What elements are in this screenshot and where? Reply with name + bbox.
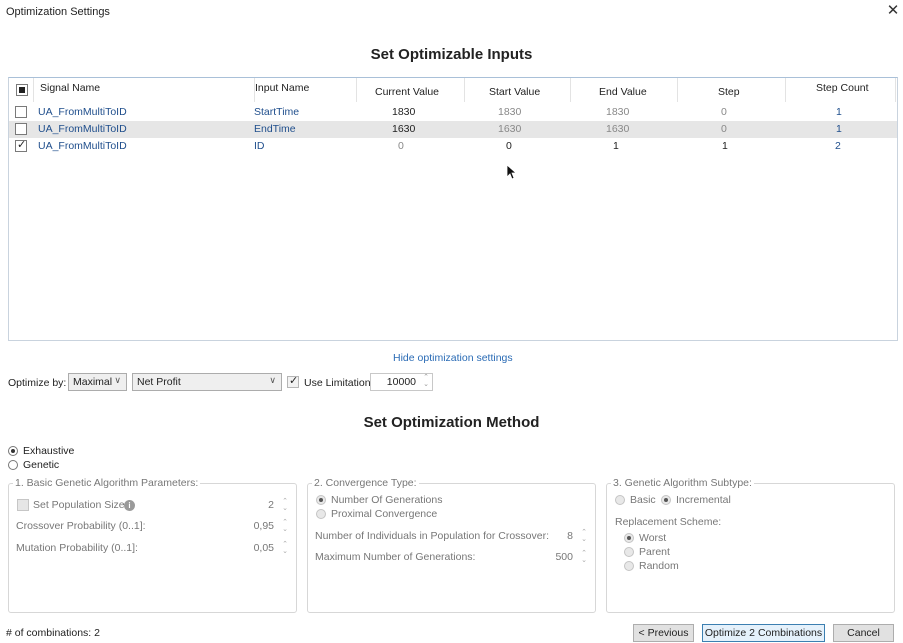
signal-name: UA_FromMultiToID: [38, 140, 127, 152]
exhaustive-radio[interactable]: [8, 446, 18, 456]
incremental-label: Incremental: [676, 494, 731, 506]
start-value[interactable]: 0: [506, 140, 512, 152]
exhaustive-label: Exhaustive: [23, 445, 75, 457]
convergence-type-group: 2. Convergence Type: Number Of Generatio…: [307, 477, 596, 613]
end-value[interactable]: 1830: [606, 106, 629, 118]
method-heading: Set Optimization Method: [363, 414, 540, 431]
grid-header: Signal Name Input Name Current Value Sta…: [9, 78, 897, 102]
signal-name: UA_FromMultiToID: [38, 123, 127, 135]
parent-radio[interactable]: [624, 547, 634, 557]
random-radio[interactable]: [624, 561, 634, 571]
col-input-name[interactable]: Input Name: [255, 78, 357, 102]
current-value: 0: [398, 140, 404, 152]
max-generations-label: Maximum Number of Generations:: [315, 551, 476, 563]
basic-ga-params-group: 1. Basic Genetic Algorithm Parameters: S…: [8, 477, 297, 613]
current-value: 1630: [392, 123, 416, 135]
group-title: 1. Basic Genetic Algorithm Parameters:: [13, 477, 201, 489]
basic-label: Basic: [630, 494, 656, 506]
spin-arrows-icon[interactable]: ⌃ ⌄: [282, 519, 288, 533]
direction-select[interactable]: Maximal ∨: [68, 373, 127, 391]
row-checkbox[interactable]: [15, 106, 27, 118]
number-of-generations-radio[interactable]: [316, 495, 326, 505]
set-population-label: Set Population Size:: [33, 499, 128, 511]
number-of-generations-label: Number Of Generations: [331, 494, 443, 506]
close-icon[interactable]: ✕: [886, 3, 900, 18]
step-value[interactable]: 0: [721, 106, 727, 118]
col-end-value[interactable]: End Value: [571, 78, 678, 102]
use-limitation-label: Use Limitation: [304, 377, 371, 389]
individuals-label: Number of Individuals in Population for …: [315, 530, 550, 542]
current-value: 1830: [392, 106, 416, 118]
set-population-checkbox[interactable]: [17, 499, 29, 511]
info-icon[interactable]: i: [124, 500, 135, 511]
step-count: 2: [835, 140, 841, 152]
col-current-value[interactable]: Current Value: [357, 78, 465, 102]
input-name: EndTime: [254, 123, 296, 135]
mutation-label: Mutation Probability (0..1]:: [16, 542, 138, 554]
signal-name: UA_FromMultiToID: [38, 106, 127, 118]
basic-radio[interactable]: [615, 495, 625, 505]
select-all-checkbox[interactable]: [16, 84, 28, 96]
chevron-down-icon: ∨: [269, 375, 276, 385]
step-value[interactable]: 0: [721, 123, 727, 135]
proximal-convergence-label: Proximal Convergence: [331, 508, 438, 520]
spin-arrows-icon[interactable]: ⌃ ⌄: [282, 498, 288, 512]
metric-select[interactable]: Net Profit ∨: [132, 373, 282, 391]
start-value[interactable]: 1830: [498, 106, 521, 118]
spin-arrows-icon[interactable]: ⌃ ⌄: [581, 550, 587, 564]
step-value[interactable]: 1: [722, 140, 728, 152]
parent-label: Parent: [639, 546, 670, 558]
optimize-button[interactable]: Optimize 2 Combinations: [702, 624, 825, 642]
random-label: Random: [639, 560, 679, 572]
spin-arrows-icon[interactable]: ⌃ ⌄: [282, 541, 288, 555]
cancel-button[interactable]: Cancel: [833, 624, 894, 642]
hide-optimization-settings-link[interactable]: Hide optimization settings: [393, 352, 513, 364]
max-generations-value[interactable]: 500: [555, 551, 573, 563]
input-name: ID: [254, 140, 265, 152]
row-checkbox[interactable]: [15, 138, 27, 152]
mouse-cursor-icon: [506, 164, 518, 180]
window-title: Optimization Settings: [6, 6, 110, 18]
genetic-radio[interactable]: [8, 460, 18, 470]
worst-label: Worst: [639, 532, 667, 544]
col-signal-name[interactable]: Signal Name: [33, 78, 255, 102]
row-checkbox[interactable]: [15, 123, 27, 135]
individuals-value[interactable]: 8: [567, 530, 573, 542]
genetic-label: Genetic: [23, 459, 60, 471]
ga-subtype-group: 3. Genetic Algorithm Subtype: Basic Incr…: [606, 477, 895, 613]
table-row[interactable]: UA_FromMultiToID EndTime 1630 1630 1630 …: [9, 121, 897, 138]
previous-button[interactable]: < Previous: [633, 624, 694, 642]
incremental-radio[interactable]: [661, 495, 671, 505]
col-step[interactable]: Step: [678, 78, 786, 102]
crossover-value[interactable]: 0,95: [254, 520, 274, 532]
table-row[interactable]: UA_FromMultiToID StartTime 1830 1830 183…: [9, 104, 897, 121]
proximal-convergence-radio[interactable]: [316, 509, 326, 519]
step-count: 1: [836, 123, 842, 135]
end-value[interactable]: 1630: [606, 123, 629, 135]
mutation-value[interactable]: 0,05: [254, 542, 274, 554]
combinations-count: # of combinations: 2: [6, 627, 100, 639]
population-size-value[interactable]: 2: [268, 499, 274, 511]
group-title: 2. Convergence Type:: [312, 477, 419, 489]
chevron-down-icon: ∨: [114, 375, 121, 385]
input-name: StartTime: [254, 106, 300, 118]
col-start-value[interactable]: Start Value: [465, 78, 571, 102]
limit-value-input[interactable]: 10000 ⌃ ⌄: [370, 373, 433, 391]
use-limitation-checkbox[interactable]: [287, 374, 299, 388]
inputs-heading: Set Optimizable Inputs: [370, 46, 533, 63]
group-title: 3. Genetic Algorithm Subtype:: [611, 477, 754, 489]
crossover-label: Crossover Probability (0..1]:: [16, 520, 146, 532]
start-value[interactable]: 1630: [498, 123, 521, 135]
worst-radio[interactable]: [624, 533, 634, 543]
step-count: 1: [836, 106, 842, 118]
end-value[interactable]: 1: [613, 140, 619, 152]
optimizable-inputs-grid: Signal Name Input Name Current Value Sta…: [8, 77, 898, 341]
spin-arrows-icon[interactable]: ⌃ ⌄: [581, 529, 587, 543]
col-step-count[interactable]: Step Count: [786, 78, 896, 102]
replacement-scheme-label: Replacement Scheme:: [615, 516, 722, 528]
table-row[interactable]: UA_FromMultiToID ID 0 0 1 1 2: [9, 138, 897, 155]
optimize-by-label: Optimize by:: [8, 377, 67, 389]
spin-arrows-icon[interactable]: ⌃ ⌄: [423, 374, 429, 388]
